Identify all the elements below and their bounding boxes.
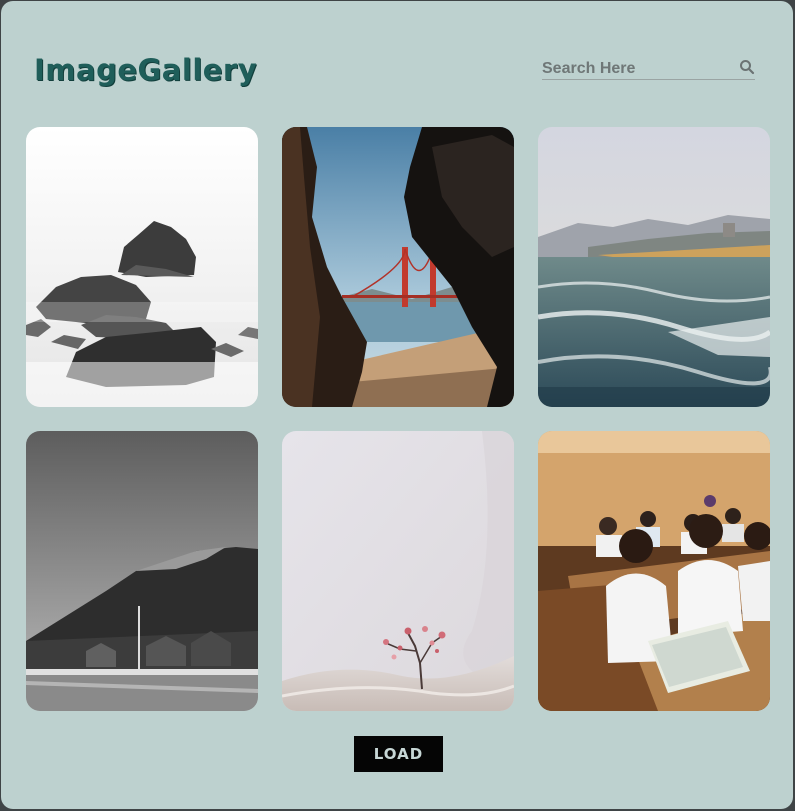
gallery-image-mountain-village[interactable] xyxy=(26,431,258,711)
load-button[interactable]: LOAD xyxy=(354,736,443,772)
search-bar xyxy=(542,59,755,80)
gallery-image-golden-gate[interactable] xyxy=(282,127,514,407)
search-icon[interactable] xyxy=(739,59,755,75)
gallery-image-flower-branch[interactable] xyxy=(282,431,514,711)
gallery-image-misty-rocks[interactable] xyxy=(26,127,258,407)
gallery-image-beach-waves[interactable] xyxy=(538,127,770,407)
logo: ImageGallery xyxy=(34,53,258,87)
gallery-app: ImageGallery Search Here LOAD xyxy=(1,1,793,809)
search-input[interactable] xyxy=(542,59,732,79)
gallery-image-classroom[interactable] xyxy=(538,431,770,711)
